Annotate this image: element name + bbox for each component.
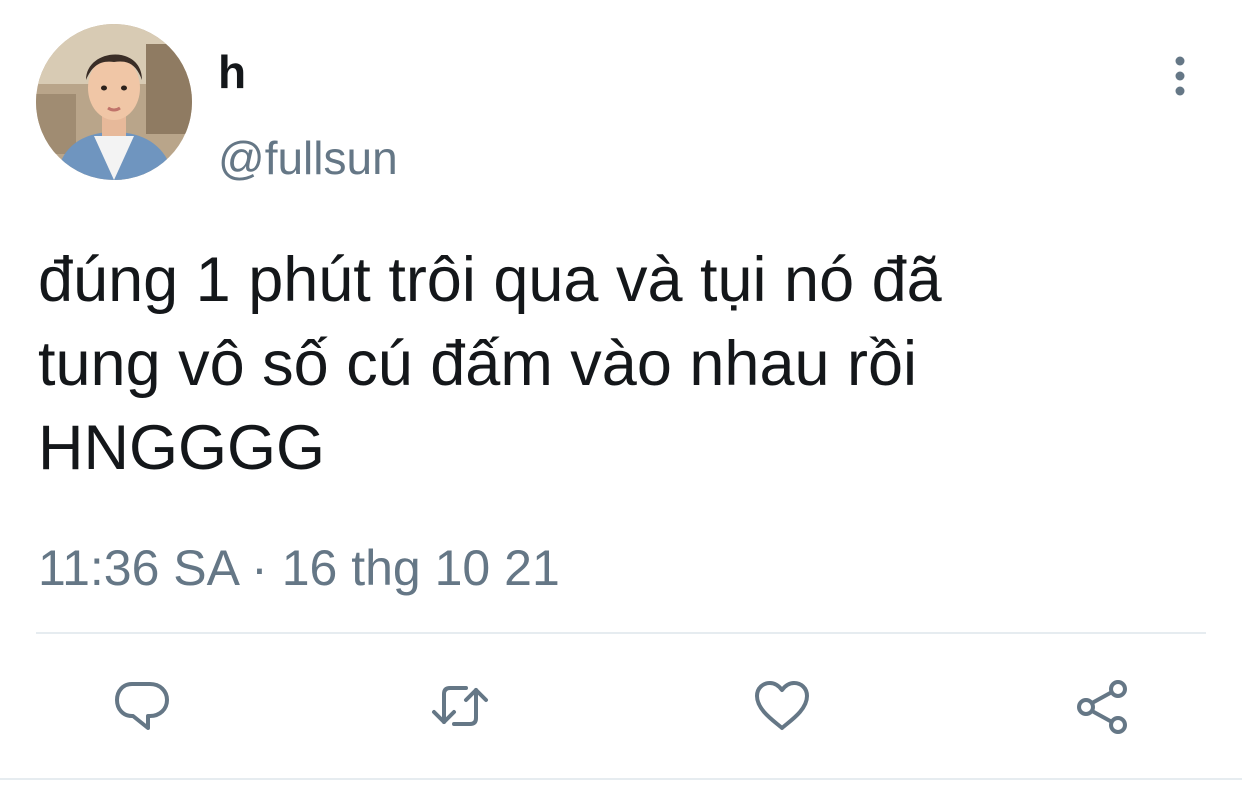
tweet-time: 11:36 SA [38,540,238,596]
reply-button[interactable] [112,676,172,736]
reply-icon [115,682,169,730]
more-options-button[interactable] [1160,52,1200,100]
meta-separator: · [251,540,268,596]
like-heart-icon [755,681,809,730]
like-button[interactable] [752,676,812,736]
avatar-image [36,24,192,180]
divider [36,632,1206,634]
display-name[interactable]: h [218,44,246,100]
share-button[interactable] [1072,676,1132,736]
tweet-text: đúng 1 phút trôi qua và tụi nó đã tung v… [38,245,942,483]
retweet-icon [432,686,488,726]
retweet-button[interactable] [430,676,490,736]
more-vertical-icon [1175,56,1185,96]
tweet-timestamp[interactable]: 11:36 SA · 16 thg 10 21 [38,538,560,598]
user-handle[interactable]: @fullsun [218,130,398,186]
share-icon [1077,680,1127,734]
tweet-date: 16 thg 10 21 [281,540,560,596]
divider [0,778,1242,780]
avatar[interactable] [36,24,192,180]
